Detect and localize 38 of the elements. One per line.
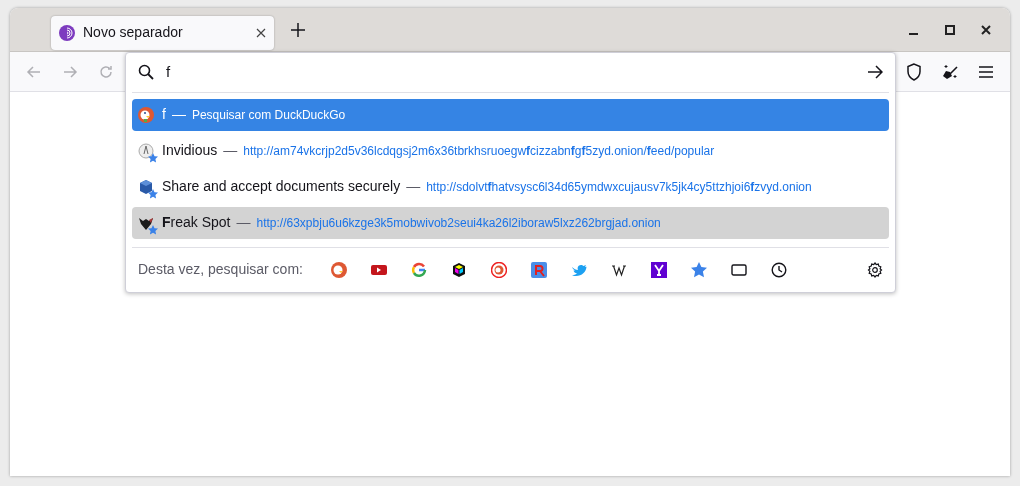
result-title: f: [162, 105, 166, 125]
menu-icon[interactable]: [978, 64, 994, 79]
tab[interactable]: Novo separador: [51, 15, 274, 50]
result-title: Invidious: [162, 141, 218, 161]
one-off-label: Desta vez, pesquisar com:: [138, 260, 303, 280]
clock-face-icon: [138, 142, 154, 159]
star-icon[interactable]: [690, 261, 707, 278]
address-field[interactable]: f: [166, 61, 859, 84]
result-url: http://am74vkcrjp2d5v36lcdqgsj2m6x36tbrkhsruoegwfcizzabnfgf5zyd.onion/feed/popular: [243, 142, 715, 160]
dash-separator: —: [171, 105, 186, 125]
search-icon: [138, 64, 154, 81]
dash-separator: —: [236, 213, 251, 233]
cube-icon: [138, 178, 154, 195]
cube-icon[interactable]: [450, 261, 467, 278]
maximize-icon[interactable]: [945, 24, 955, 35]
dash-separator: —: [406, 177, 421, 197]
history-icon[interactable]: [770, 261, 787, 278]
tab-icon[interactable]: [730, 261, 747, 278]
close-tab-icon[interactable]: [256, 27, 266, 38]
yahoo-icon[interactable]: [650, 261, 667, 278]
onion-logo-icon: [59, 24, 75, 41]
go-arrow-icon[interactable]: [867, 65, 883, 80]
broom-icon[interactable]: [941, 62, 959, 81]
result-row[interactable]: Share and accept documents securely — http://sdolvtfhatvsysc6l34d65ymdwxcujausv7k5jk4cy5ttzhjoi6fzvyd.onion: [132, 170, 889, 203]
result-title: Freak Spot: [162, 213, 231, 233]
plus-icon[interactable]: [291, 22, 305, 37]
result-row[interactable]: Invidious — http://am74vkcrjp2d5v36lcdqgsj2m6x36tbrkhsruoegwfcizzabnfgf5zyd.onion/feed/popular: [132, 134, 889, 167]
close-icon[interactable]: [981, 24, 991, 35]
settings-icon[interactable]: [867, 261, 883, 278]
result-title: Share and accept documents securely: [162, 177, 401, 197]
dash-separator: —: [223, 141, 238, 161]
result-url: http://63xpbju6u6kzge3k5mobwivob2seui4ka26l2iboraw5lxz262brgjad.onion: [256, 214, 661, 232]
result-row[interactable]: Freak Spot — http://63xpbju6u6kzge3k5mobwivob2seui4ka26l2iboraw5lxz262brgjad.onion: [132, 206, 889, 239]
result-action: Pesquisar com DuckDuckGo: [191, 106, 346, 124]
shield-icon[interactable]: [906, 62, 922, 81]
google-g-icon[interactable]: [410, 261, 427, 278]
result-row[interactable]: f — Pesquisar com DuckDuckGo: [132, 98, 889, 131]
result-url: http://sdolvtfhatvsysc6l34d65ymdwxcujausv7k5jk4cy5ttzhjoi6fzvyd.onion: [426, 178, 812, 196]
